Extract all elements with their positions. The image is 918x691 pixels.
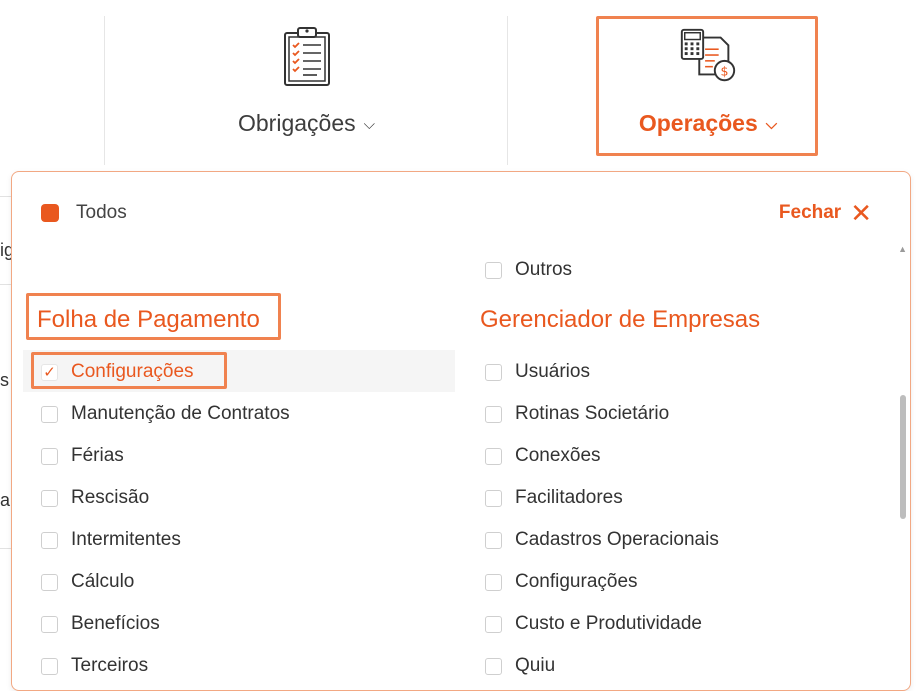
- select-all-label: Todos: [76, 202, 127, 223]
- checkbox[interactable]: [485, 657, 502, 675]
- svg-text:$: $: [720, 63, 728, 78]
- item-label: Conexões: [515, 445, 601, 466]
- item-label: Configurações: [71, 361, 194, 382]
- operacoes-dropdown-panel: Todos Fechar ✕ ▲ Outros Folha de Pagamen…: [11, 171, 911, 691]
- nav-obrigacoes-text: Obrigações: [238, 110, 356, 136]
- list-item[interactable]: Conexões: [485, 443, 601, 469]
- checkbox[interactable]: [485, 489, 502, 507]
- background-text: s: [0, 370, 9, 390]
- checkbox[interactable]: [485, 261, 502, 279]
- checkbox[interactable]: [41, 531, 58, 549]
- item-label: Usuários: [515, 361, 590, 382]
- checkbox[interactable]: [485, 447, 502, 465]
- item-label: Rotinas Societário: [515, 403, 670, 424]
- item-label: Quiu: [515, 655, 556, 676]
- clipboard-checklist-icon: [275, 24, 339, 88]
- nav-label-obrigacoes: Obrigações ⌵: [238, 110, 375, 137]
- checkbox[interactable]: [41, 489, 58, 507]
- checkbox[interactable]: [41, 657, 58, 675]
- select-all-toggle[interactable]: Todos: [41, 202, 127, 224]
- category-title-gerenciador-de-empresas: Gerenciador de Empresas: [480, 306, 761, 333]
- list-item[interactable]: Outros: [485, 257, 572, 283]
- list-item[interactable]: ✓ Configurações: [41, 359, 194, 385]
- close-label: Fechar: [778, 202, 842, 223]
- list-item[interactable]: Intermitentes: [41, 527, 181, 553]
- checkbox[interactable]: [485, 405, 502, 423]
- item-label: Custo e Produtividade: [515, 613, 702, 634]
- calculator-invoice-icon: $: [676, 24, 740, 88]
- close-icon: ✕: [850, 198, 872, 228]
- nav-item-obrigacoes[interactable]: Obrigações ⌵: [105, 0, 508, 165]
- item-label: Terceiros: [71, 655, 149, 676]
- item-label: Rescisão: [71, 487, 150, 508]
- checkbox[interactable]: [485, 573, 502, 591]
- chevron-down-icon: ⌵: [765, 116, 778, 133]
- list-item[interactable]: Rotinas Societário: [485, 401, 669, 427]
- item-label: Férias: [71, 445, 124, 466]
- list-item[interactable]: Cálculo: [41, 569, 134, 595]
- checkbox[interactable]: [41, 447, 58, 465]
- scrollbar-thumb[interactable]: [900, 395, 906, 519]
- list-item[interactable]: Configurações: [485, 569, 638, 595]
- chevron-down-icon: ⌵: [363, 116, 375, 133]
- checkbox[interactable]: [485, 615, 502, 633]
- item-label: Manutenção de Contratos: [71, 403, 290, 424]
- list-item[interactable]: Rescisão: [41, 485, 149, 511]
- checkbox[interactable]: [41, 573, 58, 591]
- list-item[interactable]: Cadastros Operacionais: [485, 527, 719, 553]
- list-item[interactable]: Facilitadores: [485, 485, 623, 511]
- close-button[interactable]: Fechar ✕: [778, 198, 872, 228]
- list-item[interactable]: Usuários: [485, 359, 590, 385]
- top-nav: Obrigações ⌵ $ Operações ⌵: [0, 0, 918, 165]
- scroll-up-arrow-icon[interactable]: ▲: [898, 244, 907, 254]
- list-item[interactable]: Custo e Produtividade: [485, 611, 702, 637]
- list-item[interactable]: Manutenção de Contratos: [41, 401, 290, 427]
- nav-item-operacoes[interactable]: $ Operações ⌵: [508, 0, 908, 165]
- nav-label-operacoes: Operações ⌵: [639, 110, 777, 137]
- list-item[interactable]: Quiu: [485, 653, 555, 679]
- list-item[interactable]: Benefícios: [41, 611, 160, 637]
- item-label: Cálculo: [71, 571, 135, 592]
- background-text: a: [0, 490, 11, 510]
- checkbox[interactable]: [485, 363, 502, 381]
- item-label: Cadastros Operacionais: [515, 529, 719, 550]
- nav-operacoes-text: Operações: [638, 110, 758, 136]
- item-label: Benefícios: [71, 613, 160, 634]
- checkbox[interactable]: [41, 615, 58, 633]
- list-item[interactable]: Terceiros: [41, 653, 148, 679]
- item-label: Configurações: [515, 571, 638, 592]
- checkbox[interactable]: [485, 531, 502, 549]
- category-title-folha-de-pagamento: Folha de Pagamento: [37, 306, 260, 333]
- select-all-checkbox[interactable]: [41, 204, 59, 222]
- checkbox[interactable]: [41, 405, 58, 423]
- checkmark-icon[interactable]: ✓: [41, 363, 58, 381]
- list-item[interactable]: Férias: [41, 443, 124, 469]
- item-label: Intermitentes: [71, 529, 181, 550]
- item-label: Facilitadores: [515, 487, 623, 508]
- item-label: Outros: [515, 259, 573, 280]
